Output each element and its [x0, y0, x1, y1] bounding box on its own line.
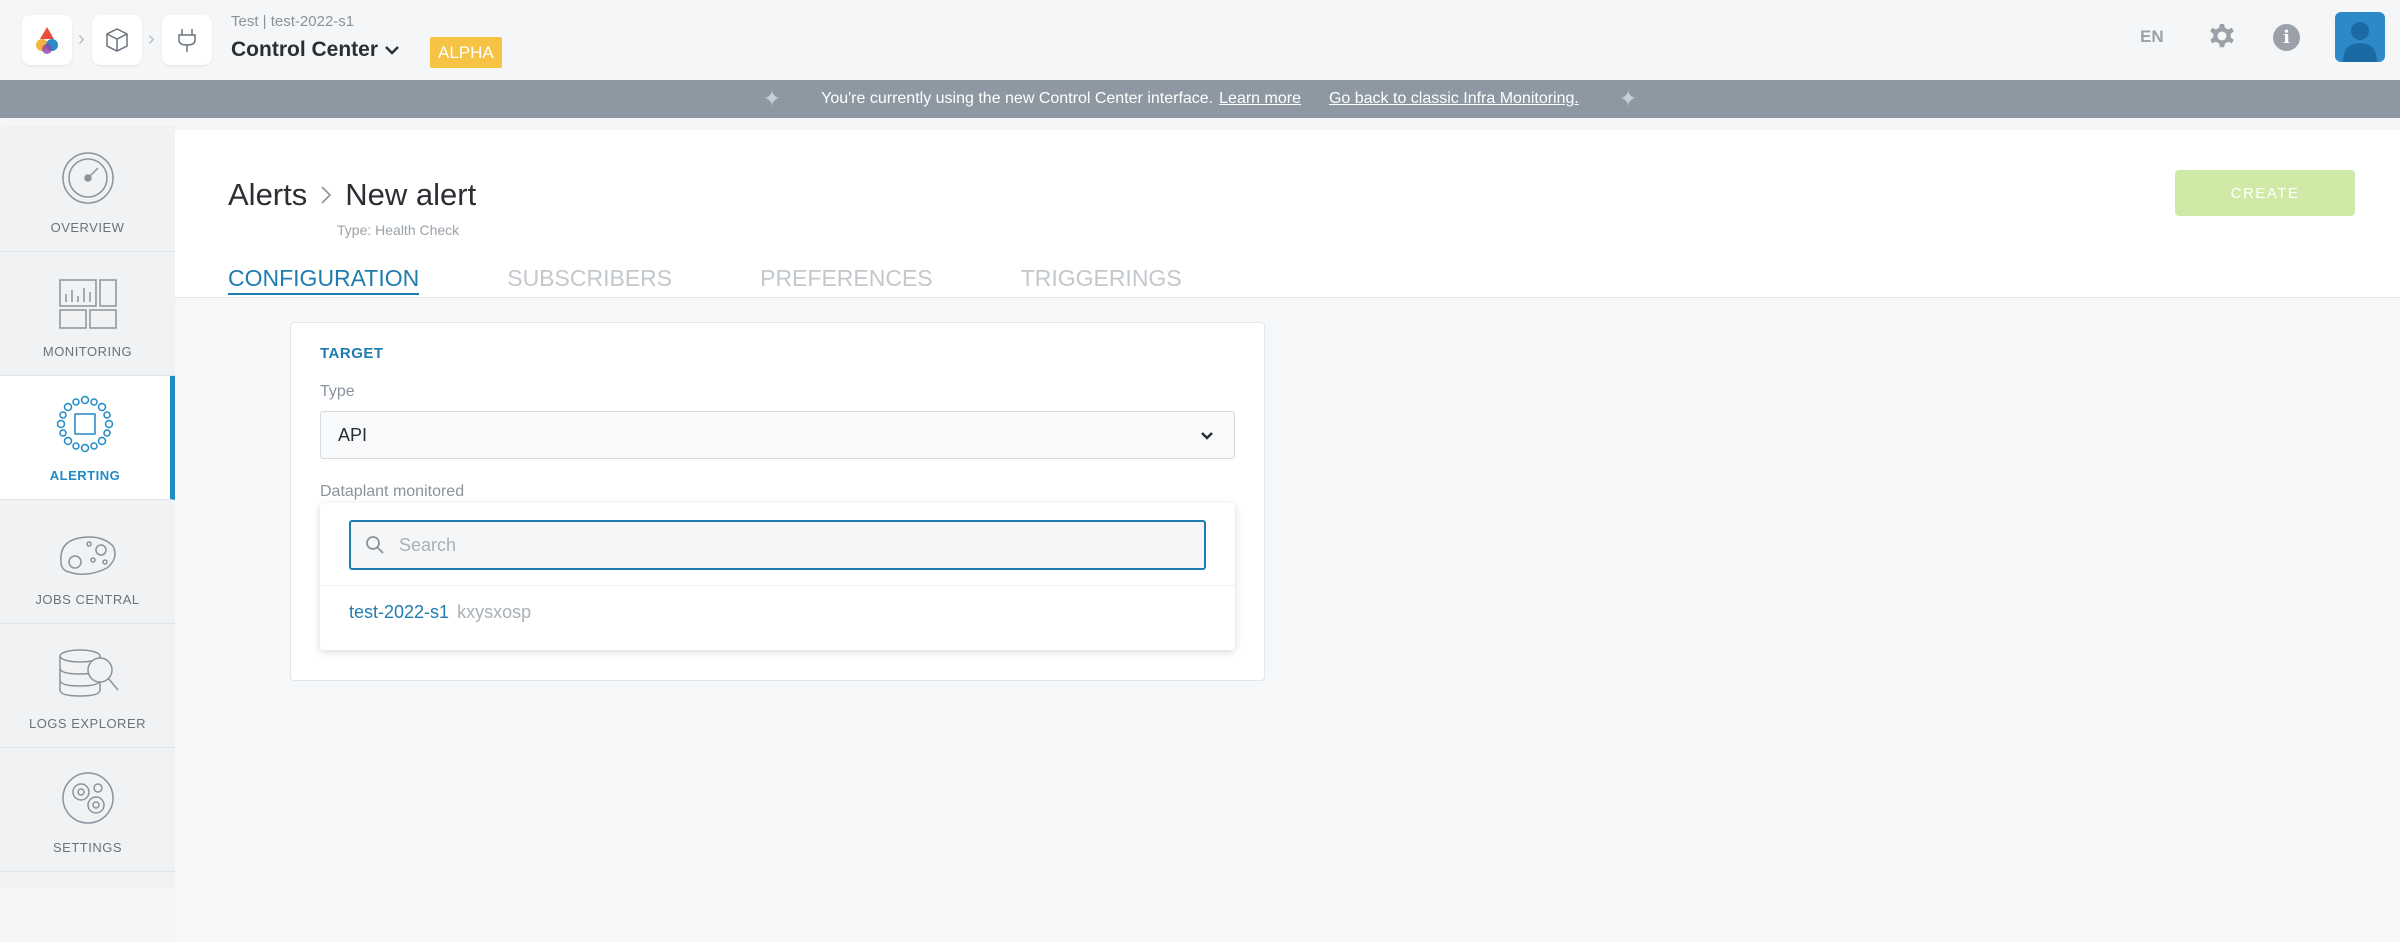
create-button[interactable]: CREATE	[2175, 170, 2355, 216]
target-card: TARGET Type API Dataplant monitored test…	[290, 322, 1265, 681]
sidebar-item-jobs-central[interactable]: JOBS CENTRAL	[0, 500, 175, 624]
type-field-label: Type	[320, 383, 355, 400]
tab-subscribers[interactable]: SUBSCRIBERS	[507, 265, 672, 295]
tab-preferences[interactable]: PREFERENCES	[760, 265, 933, 295]
chevron-right-icon: ›	[78, 28, 85, 50]
dataplant-code: kxysxosp	[457, 602, 532, 622]
classic-monitoring-link[interactable]: Go back to classic Infra Monitoring.	[1329, 90, 1579, 108]
sidebar-item-label: MONITORING	[42, 344, 133, 359]
gauge-icon	[61, 152, 114, 204]
plug-icon[interactable]	[162, 15, 212, 65]
sidebar-item-settings[interactable]: SETTINGS	[0, 748, 175, 872]
tab-triggerings[interactable]: TRIGGERINGS	[1021, 265, 1182, 295]
gear-icon[interactable]	[2206, 22, 2238, 54]
tab-bar: CONFIGURATION SUBSCRIBERS PREFERENCES TR…	[228, 265, 1270, 295]
settings-icon	[61, 772, 114, 824]
chevron-down-icon[interactable]	[382, 40, 402, 60]
context-title[interactable]: Control Center	[231, 38, 378, 62]
sidebar-item-alerting[interactable]: ALERTING	[0, 376, 175, 500]
learn-more-link[interactable]: Learn more	[1219, 90, 1301, 108]
cube-icon[interactable]	[92, 15, 142, 65]
type-select[interactable]: API	[320, 411, 1235, 459]
search-box[interactable]	[349, 520, 1206, 570]
main-content: Alerts New alert Type: Health Check CREA…	[175, 130, 2400, 942]
type-select-value: API	[338, 424, 368, 445]
alpha-badge: ALPHA	[430, 37, 502, 68]
info-icon[interactable]: i	[2273, 24, 2300, 51]
sparkle-icon: ✦	[762, 86, 782, 111]
page-title: New alert	[345, 177, 477, 212]
language-selector[interactable]: EN	[2140, 27, 2164, 47]
logs-explorer-icon	[58, 649, 119, 697]
sparkle-icon: ✦	[1618, 86, 1638, 111]
search-icon	[366, 536, 384, 554]
chevron-right-icon: ›	[148, 28, 155, 50]
banner-message: You're currently using the new Control C…	[821, 90, 1214, 107]
top-bar: › › Test | test-2022-s1 Control Center A…	[0, 0, 2400, 80]
dataplant-name: test-2022-s1	[349, 602, 450, 622]
search-input[interactable]	[399, 534, 1179, 556]
context-breadcrumb: Test | test-2022-s1	[231, 13, 355, 30]
alert-type-subtitle: Type: Health Check	[337, 222, 460, 238]
avatar[interactable]	[2335, 12, 2385, 62]
monitoring-icon	[58, 279, 117, 329]
chevron-down-icon	[1201, 432, 1213, 440]
interface-banner: ✦ You're currently using the new Control…	[0, 80, 2400, 118]
sidebar-item-label: JOBS CENTRAL	[35, 592, 140, 607]
alerting-icon	[56, 395, 114, 453]
sidebar-item-logs-explorer[interactable]: LOGS EXPLORER	[0, 624, 175, 748]
sidebar-item-label: LOGS EXPLORER	[28, 716, 147, 731]
dataplant-field-label: Dataplant monitored	[320, 483, 465, 500]
sidebar-item-label: ALERTING	[49, 468, 121, 483]
sidebar: OVERVIEW MONITORING ALERTING JOBS CENTRA…	[0, 128, 175, 886]
section-title: TARGET	[320, 345, 384, 362]
dataplant-dropdown: test-2022-s1 kxysxosp	[320, 503, 1235, 650]
breadcrumb: Alerts New alert	[228, 177, 476, 213]
chevron-right-icon	[321, 186, 332, 204]
sidebar-item-label: OVERVIEW	[50, 220, 125, 235]
sidebar-item-label: SETTINGS	[52, 840, 122, 855]
dropdown-divider	[320, 585, 1235, 586]
sidebar-item-overview[interactable]: OVERVIEW	[0, 128, 175, 252]
breadcrumb-alerts-link[interactable]: Alerts	[228, 177, 307, 213]
list-item[interactable]: test-2022-s1 kxysxosp	[349, 602, 531, 623]
jobs-icon	[59, 536, 116, 575]
sidebar-item-monitoring[interactable]: MONITORING	[0, 252, 175, 376]
app-logo-icon[interactable]	[22, 15, 72, 65]
tab-configuration[interactable]: CONFIGURATION	[228, 265, 420, 295]
